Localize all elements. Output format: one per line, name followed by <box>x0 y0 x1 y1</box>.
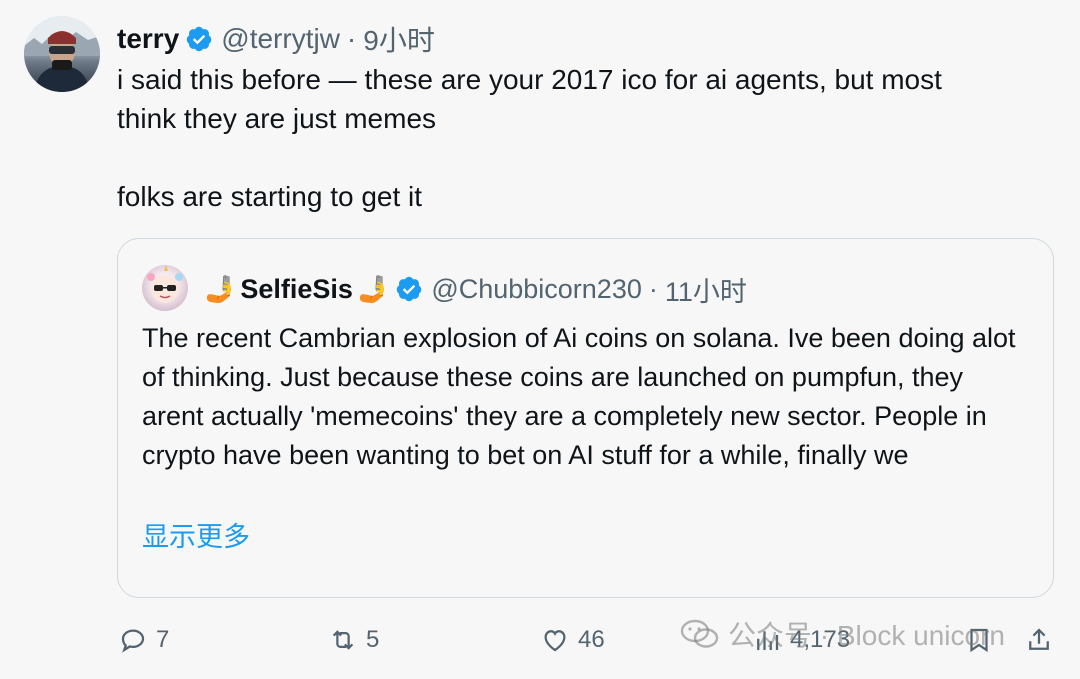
author-name[interactable]: terry <box>117 23 179 55</box>
retweet-icon <box>332 630 354 650</box>
bookmark-icon <box>970 628 988 653</box>
tweet-header: terry @terrytjw · 9小时 <box>117 20 435 58</box>
author-avatar[interactable] <box>24 16 100 92</box>
view-count: 4,173 <box>790 626 851 653</box>
selfie-emoji-icon: 🤳 <box>356 273 390 304</box>
views-button[interactable]: 4,173 <box>752 620 850 660</box>
quoted-tweet-time[interactable]: 11小时 <box>665 270 747 309</box>
separator-dot: · <box>648 273 658 304</box>
quoted-author-name[interactable]: SelfieSis <box>240 274 353 305</box>
tweet-text: i said this before — these are your 2017… <box>117 64 942 212</box>
quoted-tweet-text: The recent Cambrian explosion of Ai coin… <box>142 323 1016 470</box>
quoted-author-avatar[interactable] <box>142 265 188 311</box>
like-button[interactable]: 46 <box>540 620 605 660</box>
bookmark-button[interactable] <box>964 620 1002 660</box>
reply-count: 7 <box>156 626 170 653</box>
reply-button[interactable]: 7 <box>118 620 169 660</box>
views-chart-icon <box>757 631 779 650</box>
share-icon <box>1029 628 1049 650</box>
author-handle[interactable]: @terrytjw <box>221 23 340 55</box>
heart-icon <box>544 630 566 652</box>
verified-badge-icon <box>187 26 212 52</box>
share-button[interactable] <box>1024 620 1062 660</box>
reply-icon <box>121 629 145 653</box>
selfie-emoji-icon: 🤳 <box>204 273 237 304</box>
retweet-count: 5 <box>366 626 380 653</box>
like-count: 46 <box>578 626 605 653</box>
verified-badge-icon <box>397 276 422 302</box>
separator-dot: · <box>346 23 357 54</box>
quoted-tweet-header: 🤳 SelfieSis 🤳 @Chubbicorn230 · 11小时 <box>204 269 747 309</box>
tweet-actions-bar: 7 5 46 4,173 <box>0 610 1080 670</box>
quoted-tweet[interactable]: 🤳 SelfieSis 🤳 @Chubbicorn230 · 11小时 The … <box>117 238 1054 598</box>
quoted-author-handle[interactable]: @Chubbicorn230 <box>431 274 642 305</box>
retweet-button[interactable]: 5 <box>328 620 379 660</box>
show-more-link[interactable]: 显示更多 <box>142 515 250 554</box>
tweet-time[interactable]: 9小时 <box>363 19 435 59</box>
